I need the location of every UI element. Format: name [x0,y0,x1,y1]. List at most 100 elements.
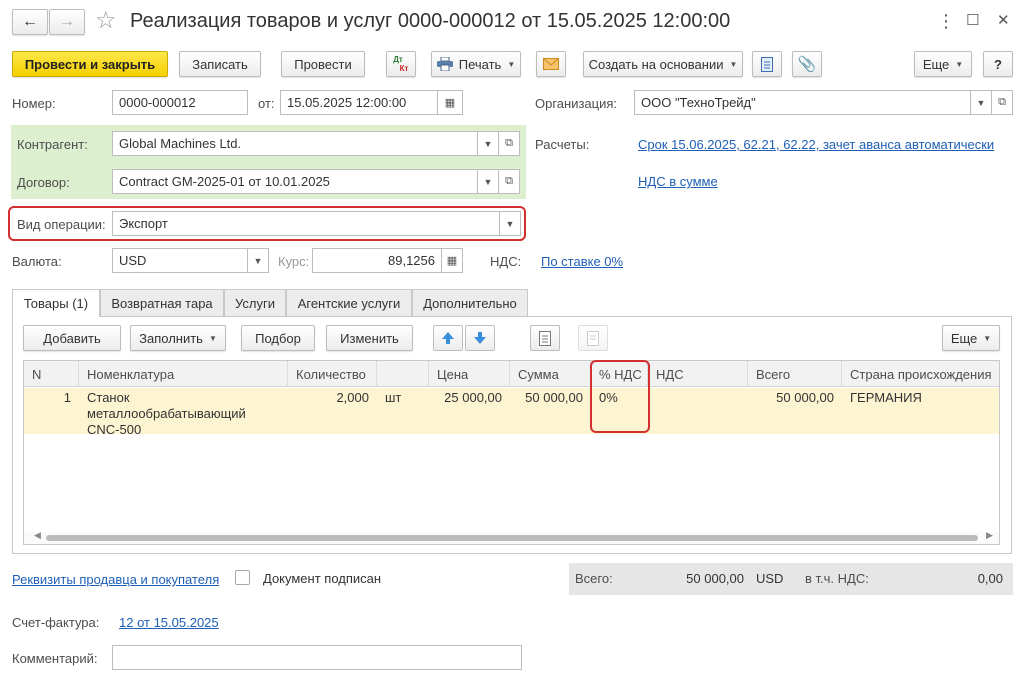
row-country[interactable]: ГЕРМАНИЯ [850,390,922,406]
comment-input[interactable] [112,645,522,670]
chevron-down-icon: ▼ [505,218,515,229]
horizontal-scrollbar[interactable]: ◀ ▶ [24,530,999,544]
rate-calculator-button[interactable]: ▦ [441,248,463,273]
arrow-up-icon [442,332,454,344]
total-currency: USD [756,571,784,586]
vat-in-sum-link[interactable]: НДС в сумме [638,174,718,189]
tab-returnable-containers[interactable]: Возвратная тара [100,289,224,316]
scroll-right-icon[interactable]: ▶ [986,530,993,541]
currency-dropdown-button[interactable]: ▼ [247,248,269,273]
row-item-line1: Станок металлообрабатывающий [87,390,246,421]
organization-open-button[interactable]: ⧉ [991,90,1013,115]
fill-button[interactable]: Заполнить ▼ [130,325,226,351]
column-header-item[interactable]: Номенклатура [79,361,288,387]
total-value: 50 000,00 [686,571,744,586]
row-sum[interactable]: 50 000,00 [510,390,583,406]
forward-button[interactable]: → [49,9,85,35]
vat-included-value: 0,00 [977,571,1003,586]
change-button[interactable]: Изменить [326,325,413,351]
move-down-button[interactable] [465,325,495,351]
operation-type-label: Вид операции: [17,217,106,232]
maximize-icon[interactable]: ☐ [966,11,979,29]
help-button[interactable]: ? [983,51,1013,77]
number-input[interactable]: 0000-000012 [112,90,248,115]
currency-input[interactable]: USD [112,248,248,273]
tab-goods[interactable]: Товары (1) [12,289,100,317]
date-input[interactable]: 15.05.2025 12:00:00 [280,90,438,115]
document-icon [761,56,773,72]
chevron-down-icon: ▼ [483,138,493,149]
calendar-icon: ▦ [444,97,456,109]
post-button[interactable]: Провести [281,51,365,77]
dt-kt-button[interactable]: Дт Кт [386,51,416,77]
move-up-button[interactable] [433,325,463,351]
print-button[interactable]: Печать ▼ [431,51,521,77]
open-form-icon: ⧉ [998,96,1006,108]
tab-additional[interactable]: Дополнительно [412,289,528,316]
more-vertical-icon[interactable]: ⋮ [937,11,955,32]
add-row-button[interactable]: Добавить [23,325,121,351]
operation-type-select[interactable]: Экспорт [112,211,501,236]
back-button[interactable]: ← [12,9,48,35]
favorite-star-icon[interactable]: ☆ [95,6,117,35]
close-icon[interactable]: ✕ [997,11,1010,29]
scroll-left-icon[interactable]: ◀ [34,530,41,541]
attach-button[interactable]: 📎 [792,51,822,77]
rate-input[interactable]: 89,1256 [312,248,442,273]
number-label: Номер: [12,96,56,111]
save-button[interactable]: Записать [179,51,261,77]
contract-input[interactable]: Contract GM-2025-01 от 10.01.2025 [112,169,478,194]
select-button[interactable]: Подбор [241,325,315,351]
calendar-button[interactable]: ▦ [437,90,463,115]
copy-rows-button[interactable] [530,325,560,351]
signed-checkbox[interactable] [235,570,250,585]
create-based-on-button[interactable]: Создать на основании ▼ [583,51,743,77]
row-item[interactable]: Станок металлообрабатывающий CNC-500 [87,390,287,438]
column-header-total[interactable]: Всего [748,361,842,387]
create-based-on-label: Создать на основании [588,56,724,72]
contractor-input[interactable]: Global Machines Ltd. [112,131,478,156]
contractor-open-button[interactable]: ⧉ [498,131,520,156]
row-total[interactable]: 50 000,00 [748,390,834,406]
column-header-vat[interactable]: НДС [648,361,748,387]
operation-type-dropdown-button[interactable]: ▼ [499,211,521,236]
total-label: Всего: [575,571,613,586]
contractor-label: Контрагент: [17,137,88,152]
contract-open-button[interactable]: ⧉ [498,169,520,194]
requisites-link[interactable]: Реквизиты продавца и покупателя [12,572,219,587]
open-form-icon: ⧉ [505,175,513,187]
column-header-country[interactable]: Страна происхождения [842,361,999,387]
row-price[interactable]: 25 000,00 [429,390,502,406]
signed-label: Документ подписан [263,571,382,586]
row-unit[interactable]: шт [385,390,401,406]
post-and-close-button[interactable]: Провести и закрыть [12,51,168,77]
vat-rate-highlight [590,360,650,433]
row-quantity[interactable]: 2,000 [288,390,369,406]
vat-label: НДС: [490,254,522,269]
comment-label: Комментарий: [12,651,98,666]
column-header-n[interactable]: N [24,361,79,387]
print-label: Печать [458,56,502,72]
column-header-unit[interactable] [377,361,429,387]
table-more-button[interactable]: Еще ▼ [942,325,1000,351]
contractor-dropdown-button[interactable]: ▼ [477,131,499,156]
organization-dropdown-button[interactable]: ▼ [970,90,992,115]
tab-agent-services[interactable]: Агентские услуги [286,289,412,316]
table-more-label: Еще [950,330,978,346]
vat-rate-link[interactable]: По ставке 0% [541,254,623,269]
document-report-button[interactable] [752,51,782,77]
column-header-quantity[interactable]: Количество [288,361,377,387]
more-button[interactable]: Еще ▼ [914,51,972,77]
column-header-price[interactable]: Цена [429,361,510,387]
more-label: Еще [922,56,950,72]
invoice-link[interactable]: 12 от 15.05.2025 [119,615,219,630]
settlements-link[interactable]: Срок 15.06.2025, 62.21, 62.22, зачет ава… [638,137,994,152]
contract-dropdown-button[interactable]: ▼ [477,169,499,194]
column-header-sum[interactable]: Сумма [510,361,591,387]
paste-rows-button[interactable] [578,325,608,351]
organization-input[interactable]: ООО "ТехноТрейд" [634,90,972,115]
tab-services[interactable]: Услуги [224,289,286,316]
email-button[interactable] [536,51,566,77]
invoice-label: Счет-фактура: [12,615,100,630]
scrollbar-thumb[interactable] [46,535,978,541]
